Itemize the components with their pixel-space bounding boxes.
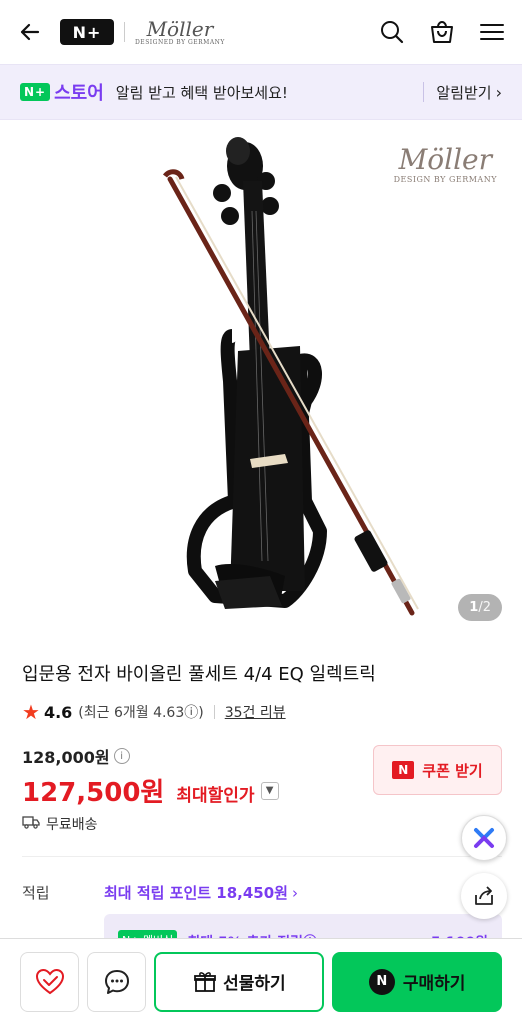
review-count-link[interactable]: 35건 리뷰	[225, 702, 286, 722]
chat-button[interactable]	[87, 951, 147, 1012]
store-alert-banner[interactable]: N+ 스토어 알림 받고 혜택 받아보세요! 알림받기 ›	[0, 64, 522, 120]
points-label: 적립	[22, 884, 50, 902]
ai-assistant-button[interactable]	[461, 815, 507, 861]
info-icon[interactable]: i	[113, 748, 130, 764]
chevron-right-icon: ›	[495, 82, 502, 102]
brand-logo-tagline: DESIGNED BY GERMANY	[135, 38, 225, 46]
star-icon: ★	[22, 700, 40, 724]
store-badge: N+ 스토어	[20, 79, 104, 105]
points-row: 적립 최대 적립 포인트 18,450원 ›	[22, 882, 502, 903]
truck-icon	[22, 815, 40, 833]
shipping-info: 무료배송	[22, 814, 98, 834]
heart-check-icon	[35, 968, 64, 994]
back-arrow-icon[interactable]	[16, 18, 44, 46]
chevron-down-icon[interactable]: ▼	[260, 781, 279, 800]
image-page-indicator: 1/2	[458, 594, 502, 621]
ai-assistant-icon	[474, 828, 494, 848]
chat-icon	[104, 969, 129, 994]
gift-icon	[194, 971, 216, 992]
chevron-right-icon: ›	[291, 883, 298, 902]
store-name: 스토어	[54, 83, 104, 104]
image-current-page: 1	[469, 600, 479, 615]
recent-rating[interactable]: (최근 6개월 4.63ⓘ)	[78, 702, 203, 722]
section-divider	[22, 856, 502, 857]
max-points-link[interactable]: 최대 적립 포인트 18,450원	[104, 882, 288, 903]
menu-icon[interactable]	[478, 18, 506, 46]
product-title: 입문용 전자 바이올린 풀세트 4/4 EQ 일렉트릭	[22, 664, 376, 685]
rating-divider	[213, 705, 215, 719]
share-button[interactable]	[461, 873, 507, 919]
search-icon[interactable]	[378, 18, 406, 46]
product-info: 입문용 전자 바이올린 풀세트 4/4 EQ 일렉트릭 ★ 4.6 (최근 6개…	[22, 660, 502, 724]
coupon-label: 쿠폰 받기	[422, 761, 483, 780]
price-block: 128,000원 i 127,500원 최대할인가 ▼	[22, 744, 279, 809]
product-image-carousel[interactable]: Möller DESIGN BY GERMANY 1/2	[0, 121, 522, 636]
gift-label: 선물하기	[223, 974, 286, 994]
max-discount-label[interactable]: 최대할인가	[176, 781, 254, 806]
shopping-bag-icon[interactable]	[428, 18, 456, 46]
coupon-icon: N	[392, 761, 415, 779]
rating-row: ★ 4.6 (최근 6개월 4.63ⓘ) 35건 리뷰	[22, 700, 502, 724]
violin-illustration	[162, 137, 419, 616]
store-badge-np: N+	[20, 83, 51, 101]
wishlist-button[interactable]	[20, 951, 80, 1012]
brand-logo-name: Möller	[146, 16, 214, 41]
buy-label: 구매하기	[402, 974, 466, 994]
buy-button[interactable]: N 구매하기	[332, 951, 502, 1012]
banner-divider	[423, 82, 425, 102]
banner-message: 알림 받고 혜택 받아보세요!	[115, 83, 288, 102]
original-price: 128,000원	[22, 748, 110, 767]
notification-subscribe-link[interactable]: 알림받기	[436, 82, 491, 103]
header-divider	[124, 22, 125, 42]
shipping-text: 무료배송	[46, 817, 98, 833]
gift-button[interactable]: 선물하기	[154, 951, 325, 1012]
nplus-logo[interactable]: N+	[60, 19, 114, 45]
brand-logo[interactable]: Möller DESIGNED BY GERMANY	[135, 19, 225, 46]
bottom-action-bar: 선물하기 N 구매하기	[0, 938, 522, 1024]
sale-price: 127,500원	[22, 778, 165, 808]
image-total-pages: /2	[478, 600, 491, 615]
coupon-button[interactable]: N 쿠폰 받기	[373, 745, 502, 795]
rating-value: 4.6	[43, 702, 73, 722]
naver-pay-icon: N	[368, 968, 395, 995]
top-header: N+ Möller DESIGNED BY GERMANY	[0, 0, 522, 64]
share-icon	[475, 886, 493, 905]
